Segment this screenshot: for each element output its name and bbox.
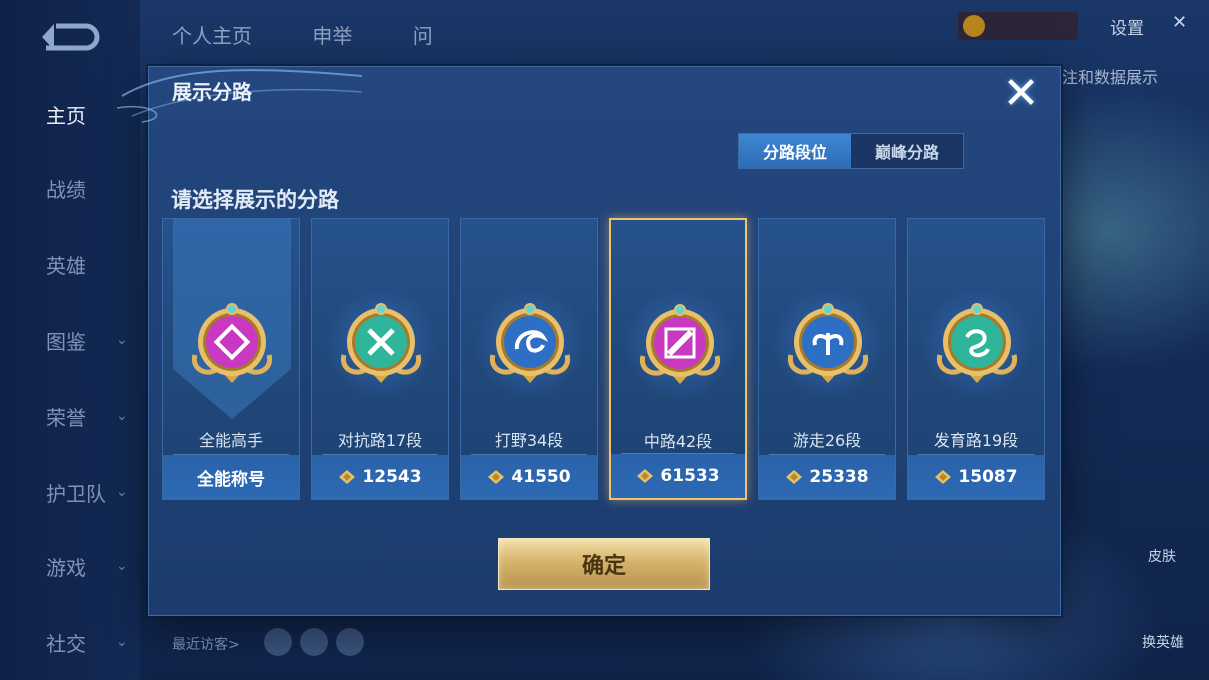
lane-name: 发育路19段 (933, 431, 1019, 450)
lane-badge-icon (639, 304, 721, 384)
sidebar-item[interactable]: 荣誉 ⌄ (0, 396, 140, 436)
switch-hero-button[interactable]: 换英雄 (1142, 632, 1184, 652)
chevron-down-icon: ⌄ (116, 408, 128, 424)
sidebar-item-label: 战绩 (46, 177, 86, 202)
sidebar-item[interactable]: 护卫队 ⌄ (0, 472, 140, 512)
points-icon (488, 470, 505, 484)
lane-card[interactable]: 打野34段 41550 (460, 218, 598, 500)
points-value: 25338 (809, 467, 869, 487)
dialog-title: 展示分路 (172, 80, 252, 104)
dialog-subtitle: 请选择展示的分路 (171, 188, 339, 212)
lane-points: 12543 (312, 455, 448, 499)
close-icon[interactable]: ✕ (996, 68, 1046, 119)
chevron-down-icon: ⌄ (116, 558, 128, 574)
chevron-down-icon: ⌄ (116, 484, 128, 500)
settings-button[interactable]: 设置 (1110, 14, 1144, 39)
sidebar-item-label: 英雄 (46, 253, 86, 278)
close-panel-icon[interactable]: ✕ (1172, 12, 1187, 33)
points-value: 12543 (362, 467, 422, 487)
sidebar-item-label: 游戏 (46, 555, 86, 580)
lane-badge-icon (191, 303, 273, 383)
lane-card[interactable]: 全能高手 全能称号 (162, 218, 300, 500)
lane-name: 游走26段 (792, 431, 862, 450)
tab-profile[interactable]: 个人主页 (172, 24, 252, 48)
lane-badge-icon (489, 303, 571, 383)
back-arrow-icon[interactable] (38, 22, 100, 52)
sidebar-item-label: 护卫队 (46, 481, 106, 506)
sidebar-item[interactable]: 社交 ⌄ (0, 622, 140, 662)
visitor-avatar[interactable] (336, 628, 364, 656)
lane-name: 打野34段 (494, 431, 564, 450)
lane-card[interactable]: 对抗路17段 12543 (311, 218, 449, 500)
points-value: 61533 (660, 466, 720, 486)
chevron-down-icon: ⌄ (116, 332, 128, 348)
sidebar-item-label: 社交 (46, 631, 86, 656)
tab-peak-lane[interactable]: 巅峰分路 (851, 134, 963, 168)
vip-banner-icon (958, 12, 1078, 40)
lane-points: 25338 (759, 455, 895, 499)
title-text: 全能称号 (197, 469, 265, 490)
sidebar-item[interactable]: 图鉴 ⌄ (0, 320, 140, 360)
lane-card[interactable]: 游走26段 25338 (758, 218, 896, 500)
lane-card[interactable]: 中路42段 61533 (609, 218, 747, 500)
points-icon (935, 470, 952, 484)
top-tabs: 个人主页 申举 问 (172, 20, 487, 49)
sidebar-item-label: 主页 (46, 103, 86, 128)
tab-lane-rank[interactable]: 分路段位 (739, 134, 851, 168)
lane-badge-icon (936, 303, 1018, 383)
tab-report[interactable]: 申举 (312, 24, 352, 48)
points-icon (339, 470, 356, 484)
sidebar-item[interactable]: 游戏 ⌄ (0, 546, 140, 586)
sidebar-item[interactable]: 英雄 (0, 244, 140, 284)
lane-card[interactable]: 发育路19段 15087 (907, 218, 1045, 500)
data-show-label: 注和数据展示 (1062, 68, 1159, 87)
visitor-avatar[interactable] (300, 628, 328, 656)
points-value: 15087 (958, 467, 1018, 487)
tab-question[interactable]: 问 (413, 24, 433, 48)
skin-label[interactable]: 皮肤 (1148, 546, 1176, 566)
visitor-avatar[interactable] (264, 628, 292, 656)
sidebar-item-label: 图鉴 (46, 329, 86, 354)
points-value: 41550 (511, 467, 571, 487)
lane-name: 中路42段 (643, 432, 713, 451)
lane-badge-icon (787, 303, 869, 383)
confirm-button[interactable]: 确定 (498, 538, 710, 590)
sidebar-item[interactable]: 战绩 (0, 168, 140, 208)
chevron-down-icon: ⌄ (116, 634, 128, 650)
recent-visitors-link[interactable]: 最近访客> (172, 634, 240, 654)
lane-badge-icon (340, 303, 422, 383)
lane-points: 15087 (908, 455, 1044, 499)
lane-points: 41550 (461, 455, 597, 499)
lane-points: 61533 (611, 454, 745, 498)
sidebar-item-label: 荣誉 (46, 405, 86, 430)
lane-name: 对抗路17段 (337, 431, 423, 450)
lane-type-segmented-control: 分路段位 巅峰分路 (738, 133, 964, 169)
points-icon (786, 470, 803, 484)
lane-name: 全能高手 (198, 431, 263, 450)
lane-title-label: 全能称号 (163, 455, 299, 499)
points-icon (637, 469, 654, 483)
